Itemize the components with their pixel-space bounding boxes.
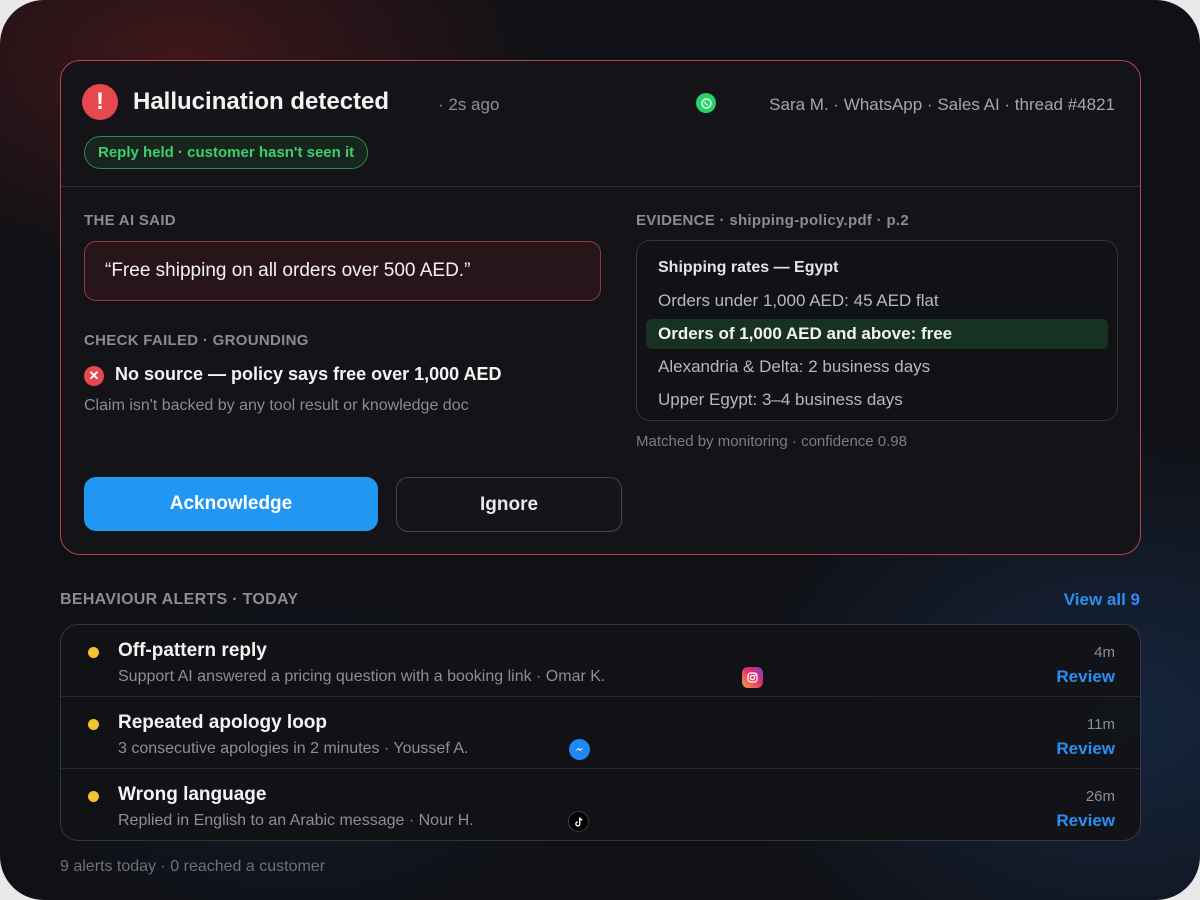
acknowledge-button[interactable]: Acknowledge [84, 477, 378, 531]
check-failed-label: CHECK FAILED · GROUNDING [84, 332, 309, 349]
evidence-line-highlighted: Orders of 1,000 AED and above: free [658, 324, 953, 343]
warning-dot-icon [88, 719, 99, 730]
evidence-document: Shipping rates — Egypt Orders under 1,00… [636, 240, 1118, 421]
ai-said-label: THE AI SAID [84, 212, 176, 229]
behaviour-alerts-label: BEHAVIOUR ALERTS · TODAY [60, 591, 299, 608]
evidence-highlight: Orders of 1,000 AED and above: free [646, 319, 1108, 349]
messenger-icon [569, 739, 590, 760]
alert-header: ! Hallucination detected · 2s ago Sara M… [61, 61, 1140, 187]
alert-title: Hallucination detected [133, 88, 390, 115]
alert-timestamp: · 2s ago [438, 95, 500, 114]
alert-item-time: 4m [1094, 644, 1115, 661]
review-link[interactable]: Review [1056, 739, 1115, 759]
alert-item-time: 11m [1086, 716, 1115, 733]
alert-item-title: Off-pattern reply [118, 640, 267, 661]
alert-item-time: 26m [1085, 788, 1115, 805]
exclamation-icon: ! [82, 84, 118, 120]
match-confidence-note: Matched by monitoring · confidence 0.98 [636, 433, 907, 450]
reply-held-badge: Reply held · customer hasn't seen it [84, 136, 369, 169]
behaviour-alerts-list: Off-pattern reply Support AI answered a … [60, 624, 1141, 841]
evidence-label: EVIDENCE · shipping-policy.pdf · p.2 [636, 212, 910, 229]
evidence-heading: Shipping rates — Egypt [658, 259, 839, 276]
list-item[interactable]: Off-pattern reply Support AI answered a … [61, 625, 1140, 697]
conversation-meta[interactable]: Sara M. · WhatsApp · Sales AI · thread #… [769, 95, 1115, 115]
error-x-icon: ✕ [84, 366, 104, 386]
ai-quote: “Free shipping on all orders over 500 AE… [84, 241, 601, 301]
evidence-line: Alexandria & Delta: 2 business days [658, 357, 931, 376]
review-link[interactable]: Review [1056, 811, 1115, 831]
whatsapp-icon [696, 93, 716, 113]
alert-item-description: Support AI answered a pricing question w… [118, 668, 606, 685]
warning-dot-icon [88, 647, 99, 658]
evidence-line: Orders under 1,000 AED: 45 AED flat [658, 291, 939, 310]
list-item[interactable]: Wrong language Replied in English to an … [61, 769, 1140, 841]
evidence-line: Upper Egypt: 3–4 business days [658, 390, 903, 409]
alerts-summary: 9 alerts today · 0 reached a customer [60, 858, 326, 875]
review-link[interactable]: Review [1056, 667, 1115, 687]
instagram-icon [742, 667, 763, 688]
check-failed-title: No source — policy says free over 1,000 … [115, 364, 502, 384]
app-frame: ! Hallucination detected · 2s ago Sara M… [0, 0, 1200, 900]
alert-item-description: 3 consecutive apologies in 2 minutes · Y… [118, 740, 469, 757]
check-failed-description: Claim isn't backed by any tool result or… [84, 397, 469, 414]
alert-item-title: Wrong language [118, 784, 267, 805]
ignore-button[interactable]: Ignore [396, 477, 622, 532]
hallucination-alert-card: ! Hallucination detected · 2s ago Sara M… [60, 60, 1141, 555]
tiktok-icon [568, 811, 589, 832]
warning-dot-icon [88, 791, 99, 802]
alert-item-title: Repeated apology loop [118, 712, 328, 733]
list-item[interactable]: Repeated apology loop 3 consecutive apol… [61, 697, 1140, 769]
alert-item-description: Replied in English to an Arabic message … [118, 812, 474, 829]
view-all-link[interactable]: View all 9 [1064, 590, 1140, 610]
